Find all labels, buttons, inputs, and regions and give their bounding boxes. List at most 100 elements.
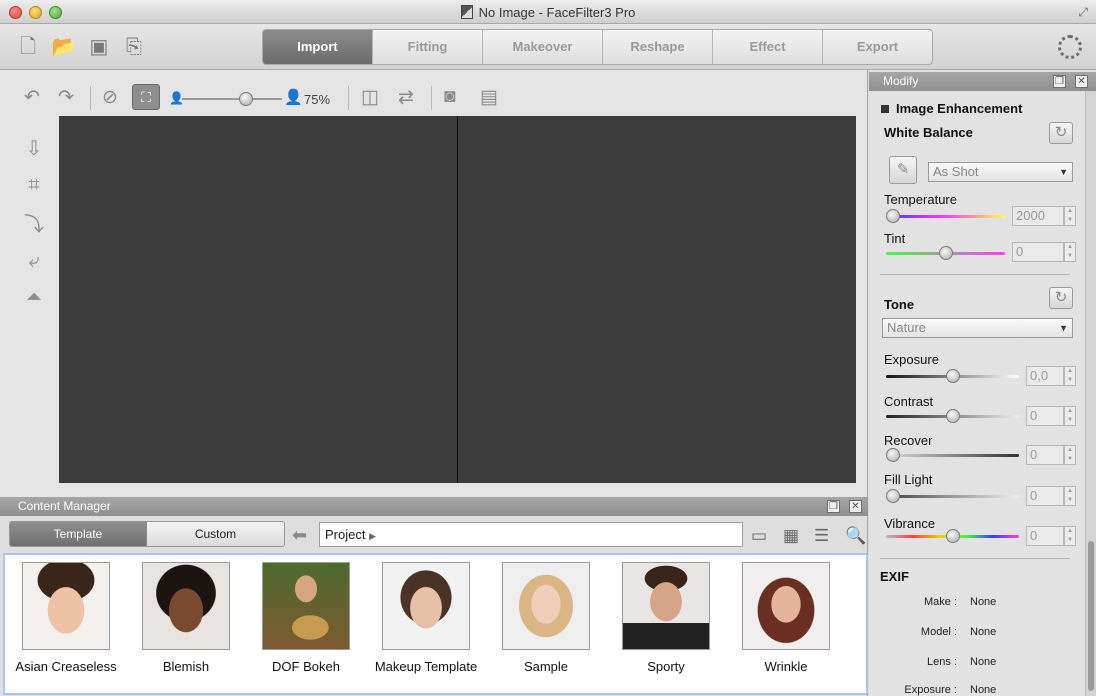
swap-icon[interactable]: ⇄ xyxy=(398,86,414,109)
exposure-field[interactable]: 0,0 xyxy=(1026,366,1064,386)
tint-slider-knob[interactable] xyxy=(939,246,953,260)
exposure-slider[interactable] xyxy=(886,369,1019,383)
white-balance-preset-value: As Shot xyxy=(933,164,979,179)
contrast-slider[interactable] xyxy=(886,409,1019,423)
template-item[interactable]: Blemish xyxy=(126,562,246,674)
toolbar-separator xyxy=(348,86,349,110)
temperature-slider[interactable] xyxy=(886,209,1005,223)
recover-stepper[interactable]: ▲ ▼ xyxy=(1064,445,1076,465)
section-divider xyxy=(880,558,1070,559)
template-item[interactable]: DOF Bokeh xyxy=(246,562,366,674)
image-canvas[interactable] xyxy=(59,116,856,483)
vibrance-field[interactable]: 0 xyxy=(1026,526,1064,546)
tab-effect[interactable]: Effect xyxy=(713,30,823,64)
template-item[interactable]: Asian Creaseless xyxy=(6,562,126,674)
tab-fitting[interactable]: Fitting xyxy=(373,30,483,64)
detach-panel-icon[interactable]: ❐ xyxy=(827,500,840,513)
exif-key: Make : xyxy=(923,596,957,608)
exposure-slider-knob[interactable] xyxy=(946,369,960,383)
contrast-slider-knob[interactable] xyxy=(946,409,960,423)
fill-light-slider[interactable] xyxy=(886,489,1019,503)
exposure-stepper[interactable]: ▲ ▼ xyxy=(1064,366,1076,386)
tab-makeover[interactable]: Makeover xyxy=(483,30,603,64)
vibrance-slider[interactable] xyxy=(886,529,1019,543)
contrast-field[interactable]: 0 xyxy=(1026,406,1064,426)
split-view-icon[interactable]: ◫ xyxy=(361,86,379,109)
search-icon[interactable]: 🔍 xyxy=(845,526,866,546)
crop-icon[interactable]: ⌗ xyxy=(20,172,48,198)
zoom-in-person-icon: 👤 xyxy=(284,89,303,106)
tint-label: Tint xyxy=(884,231,906,246)
template-label: Asian Creaseless xyxy=(15,659,117,674)
temperature-field[interactable]: 2000 xyxy=(1012,206,1064,226)
fill-light-field[interactable]: 0 xyxy=(1026,486,1064,506)
rotate-right-icon[interactable]: ⤵ xyxy=(20,212,48,238)
mask-icon[interactable]: ◙ xyxy=(444,86,455,108)
vibrance-stepper[interactable]: ▲ ▼ xyxy=(1064,526,1076,546)
recover-slider-knob[interactable] xyxy=(886,448,900,462)
temperature-stepper[interactable]: ▲ ▼ xyxy=(1064,206,1076,226)
tint-field[interactable]: 0 xyxy=(1012,242,1064,262)
compare-divider[interactable] xyxy=(457,116,458,483)
zoom-slider-knob[interactable] xyxy=(239,92,253,106)
tab-custom[interactable]: Custom xyxy=(147,522,284,546)
tab-import[interactable]: Import xyxy=(263,30,373,64)
fill-light-slider-knob[interactable] xyxy=(886,489,900,503)
save-as-icon[interactable]: ⎘ xyxy=(121,35,147,59)
exif-title: EXIF xyxy=(880,569,909,584)
reset-tone-button[interactable]: ↻ xyxy=(1049,287,1073,309)
vibrance-slider-knob[interactable] xyxy=(946,529,960,543)
gradient-icon[interactable]: ▤ xyxy=(480,86,498,109)
tone-preset-select[interactable]: Nature ▼ xyxy=(882,318,1073,338)
detach-panel-icon[interactable]: ❐ xyxy=(1053,75,1066,88)
template-item[interactable]: Wrinkle xyxy=(726,562,846,674)
fill-light-label: Fill Light xyxy=(884,472,933,487)
section-bullet-icon xyxy=(881,105,889,113)
reset-white-balance-button[interactable]: ↻ xyxy=(1049,122,1073,144)
tab-reshape[interactable]: Reshape xyxy=(603,30,713,64)
fill-light-stepper[interactable]: ▲ ▼ xyxy=(1064,486,1076,506)
template-thumbnail xyxy=(22,562,110,650)
save-icon[interactable]: ▣ xyxy=(86,35,112,59)
rotate-left-icon[interactable]: ⤶ xyxy=(20,248,48,274)
template-item[interactable]: Sporty xyxy=(606,562,726,674)
close-panel-icon[interactable]: ✕ xyxy=(849,500,862,513)
open-folder-icon[interactable]: 📂 xyxy=(51,35,77,59)
content-manager-tabs: Template Custom xyxy=(9,521,285,547)
list-view-icon[interactable]: ☰ xyxy=(814,526,829,546)
white-balance-preset-select[interactable]: As Shot ▼ xyxy=(928,162,1073,182)
eyedropper-button[interactable]: ✎ xyxy=(889,156,917,184)
flip-icon[interactable]: ⏶ xyxy=(20,284,48,310)
contrast-stepper[interactable]: ▲ ▼ xyxy=(1064,406,1076,426)
temperature-label: Temperature xyxy=(884,192,957,207)
save-template-icon[interactable]: ▭ xyxy=(751,526,767,546)
tint-stepper[interactable]: ▲ ▼ xyxy=(1064,242,1076,262)
template-item[interactable]: Makeup Template xyxy=(366,562,486,674)
exif-value: None xyxy=(970,596,997,608)
template-thumbnail xyxy=(502,562,590,650)
temperature-slider-knob[interactable] xyxy=(886,209,900,223)
redo-icon[interactable]: ↷ xyxy=(58,86,74,109)
recover-field[interactable]: 0 xyxy=(1026,445,1064,465)
back-arrow-icon[interactable]: ⬅ xyxy=(292,525,307,546)
fullscreen-icon[interactable]: ⤢ xyxy=(1078,5,1088,20)
no-entry-icon[interactable]: ⊘ xyxy=(102,86,118,109)
tint-slider[interactable] xyxy=(886,246,1005,260)
undo-icon[interactable]: ↶ xyxy=(24,86,40,109)
recover-slider[interactable] xyxy=(886,448,1019,462)
zoom-slider[interactable] xyxy=(182,92,282,106)
import-image-icon[interactable]: ⇩ xyxy=(20,136,48,162)
template-item[interactable]: Sample xyxy=(486,562,606,674)
modify-scrollbar[interactable] xyxy=(1085,91,1096,696)
path-field[interactable]: Project ▶ xyxy=(319,522,743,547)
template-gallery: Asian Creaseless Blemish DOF Bokeh Makeu… xyxy=(3,553,868,695)
template-thumbnail xyxy=(142,562,230,650)
new-project-icon[interactable]: 🗋 xyxy=(15,35,41,59)
fit-to-window-button[interactable]: ⛶ xyxy=(132,84,160,110)
chevron-down-icon: ▼ xyxy=(1059,323,1068,333)
close-panel-icon[interactable]: ✕ xyxy=(1075,75,1088,88)
tab-export[interactable]: Export xyxy=(823,30,932,64)
grid-view-icon[interactable]: ▦ xyxy=(783,526,799,546)
scrollbar-thumb[interactable] xyxy=(1088,541,1094,691)
tab-template[interactable]: Template xyxy=(10,522,147,546)
